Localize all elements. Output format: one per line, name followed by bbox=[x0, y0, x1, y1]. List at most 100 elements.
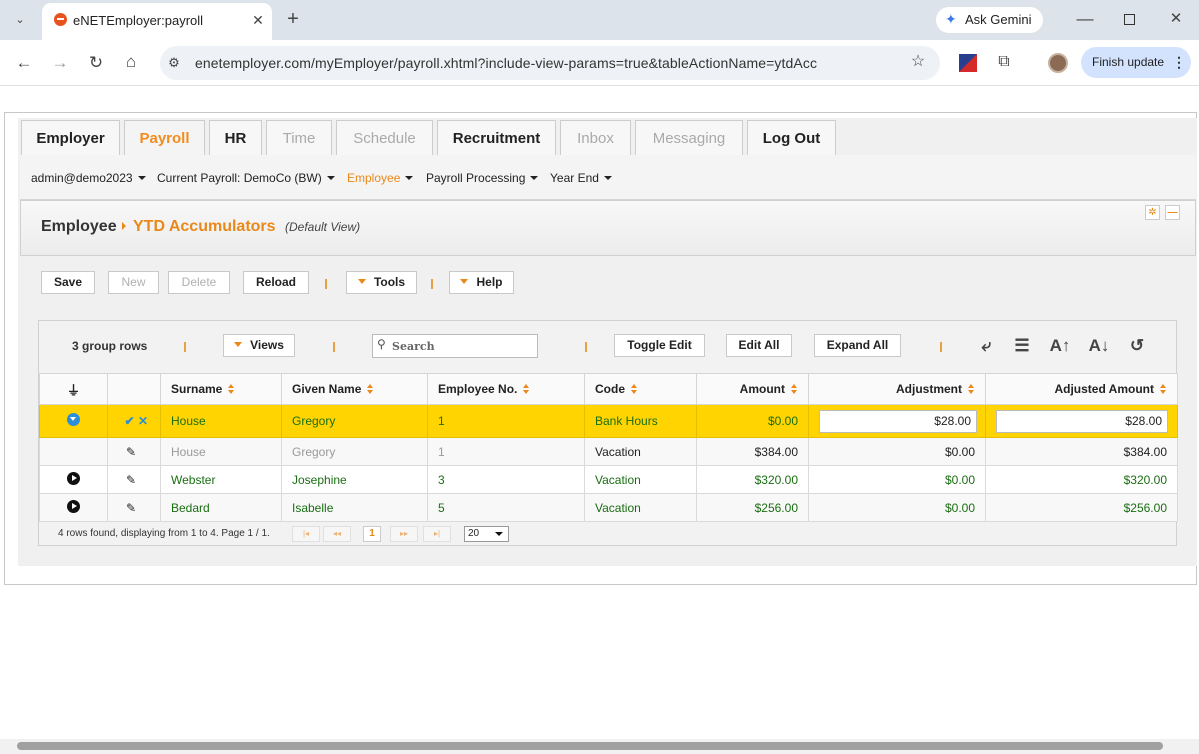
tab-messaging[interactable]: Messaging bbox=[635, 120, 743, 155]
column-header-amount[interactable]: Amount bbox=[696, 373, 809, 405]
first-page-icon[interactable]: |◂ bbox=[292, 526, 320, 542]
edit-pencil-icon[interactable]: ✎ bbox=[126, 473, 136, 487]
column-header-code[interactable]: Code bbox=[584, 373, 697, 405]
payroll-processing-menu[interactable]: Payroll Processing bbox=[426, 171, 539, 185]
confirm-check-icon[interactable]: ✔ bbox=[125, 414, 135, 428]
page-size-select[interactable]: 20 bbox=[464, 526, 509, 542]
row-toggle-cell[interactable] bbox=[39, 404, 108, 438]
browser-menu-icon[interactable]: ⋮ bbox=[1172, 54, 1186, 71]
help-label: Help bbox=[476, 275, 503, 289]
expand-group-icon[interactable] bbox=[67, 471, 80, 485]
new-tab-icon[interactable]: + bbox=[282, 9, 304, 29]
browser-tab-title: eNETEmployer:payroll bbox=[73, 13, 204, 28]
breadcrumb-parent[interactable]: Employee bbox=[41, 218, 117, 236]
font-increase-icon[interactable]: A↑ bbox=[1047, 335, 1073, 357]
minimize-panel-icon[interactable]: — bbox=[1165, 205, 1180, 220]
reload-button[interactable]: Reload bbox=[243, 271, 309, 294]
expand-group-icon[interactable] bbox=[67, 499, 80, 513]
row-toggle-cell[interactable] bbox=[39, 493, 108, 522]
column-header-adjusted-amount[interactable]: Adjusted Amount bbox=[985, 373, 1178, 405]
cancel-x-icon[interactable]: ✕ bbox=[138, 414, 148, 428]
font-decrease-icon[interactable]: A↓ bbox=[1086, 335, 1112, 357]
next-page-icon[interactable]: ▸▸ bbox=[390, 526, 418, 542]
year-end-label: Year End bbox=[550, 171, 599, 185]
minimize-window-icon[interactable]: — bbox=[1074, 9, 1096, 29]
extension-flag-icon[interactable] bbox=[959, 54, 977, 72]
close-window-icon[interactable]: ✕ bbox=[1165, 9, 1187, 29]
reset-view-icon[interactable]: ↺ bbox=[1124, 335, 1150, 357]
help-button[interactable]: Help bbox=[449, 271, 514, 294]
tab-recruitment[interactable]: Recruitment bbox=[437, 120, 556, 155]
tab-payroll[interactable]: Payroll bbox=[124, 120, 205, 155]
wrap-text-icon[interactable]: ⤶ bbox=[973, 335, 999, 357]
tab-time[interactable]: Time bbox=[266, 120, 332, 155]
tab-hr[interactable]: HR bbox=[209, 120, 262, 155]
table-row[interactable]: ✎ House Gregory 1 Vacation $384.00 $0.00… bbox=[39, 437, 1178, 466]
collapse-group-icon[interactable] bbox=[67, 413, 80, 426]
site-info-icon[interactable]: ⚙ bbox=[163, 53, 185, 73]
table-row[interactable]: ✔ ✕ House Gregory 1 Bank Hours $0.00 $28… bbox=[39, 404, 1178, 438]
column-filter-header[interactable]: ⏚ bbox=[39, 373, 108, 405]
table-row[interactable]: ✎ Webster Josephine 3 Vacation $320.00 $… bbox=[39, 465, 1178, 494]
column-header-adjustment[interactable]: Adjustment bbox=[808, 373, 986, 405]
views-button[interactable]: Views bbox=[223, 334, 295, 357]
row-edit-cell: ✎ bbox=[107, 437, 161, 466]
toggle-edit-button[interactable]: Toggle Edit bbox=[614, 334, 705, 357]
profile-avatar[interactable] bbox=[1048, 53, 1068, 73]
clear-filter-icon[interactable]: ☰ bbox=[1009, 335, 1035, 357]
employee-menu[interactable]: Employee bbox=[347, 171, 414, 185]
close-tab-icon[interactable]: ✕ bbox=[247, 10, 269, 30]
cell-surname: Bedard bbox=[160, 493, 282, 522]
reload-page-icon[interactable]: ↻ bbox=[85, 53, 107, 73]
current-payroll-menu[interactable]: Current Payroll: DemoCo (BW) bbox=[157, 171, 335, 185]
table-row[interactable]: ✎ Bedard Isabelle 5 Vacation $256.00 $0.… bbox=[39, 493, 1178, 522]
edit-pencil-icon[interactable]: ✎ bbox=[126, 501, 136, 515]
chevron-down-icon bbox=[603, 176, 612, 180]
ytd-accumulators-table: ⏚ Surname Given Name Employee No. Code A… bbox=[39, 373, 1178, 522]
year-end-menu[interactable]: Year End bbox=[550, 171, 612, 185]
user-menu[interactable]: admin@demo2023 bbox=[31, 171, 146, 185]
separator bbox=[585, 342, 587, 352]
edit-pencil-icon[interactable]: ✎ bbox=[126, 445, 136, 459]
address-url[interactable]: enetemployer.com/myEmployer/payroll.xhtm… bbox=[195, 55, 817, 71]
settings-gear-icon[interactable]: ✲ bbox=[1145, 205, 1160, 220]
column-label: Code bbox=[595, 382, 625, 396]
cell-given-name: Gregory bbox=[281, 404, 428, 438]
cell-adjusted-amount: $320.00 bbox=[985, 465, 1178, 494]
maximize-window-icon[interactable] bbox=[1124, 14, 1135, 25]
column-label: Adjusted Amount bbox=[1054, 382, 1154, 396]
cell-given-name: Isabelle bbox=[281, 493, 428, 522]
tab-search-icon[interactable]: ⌄ bbox=[9, 10, 31, 30]
finish-update-label: Finish update bbox=[1092, 55, 1165, 69]
back-arrow-icon[interactable]: ← bbox=[13, 53, 35, 73]
column-header-surname[interactable]: Surname bbox=[160, 373, 282, 405]
tab-inbox[interactable]: Inbox bbox=[560, 120, 631, 155]
extensions-puzzle-icon[interactable]: ⧉ bbox=[993, 52, 1015, 72]
separator bbox=[940, 342, 942, 352]
adjusted-amount-input[interactable]: $28.00 bbox=[996, 409, 1168, 433]
tab-schedule[interactable]: Schedule bbox=[336, 120, 433, 155]
previous-page-icon[interactable]: ◂◂ bbox=[323, 526, 351, 542]
page-number-button[interactable]: 1 bbox=[363, 526, 381, 542]
bookmark-star-icon[interactable]: ☆ bbox=[907, 52, 929, 72]
new-button[interactable]: New bbox=[108, 271, 159, 294]
funnel-filter-icon[interactable]: ⏚ bbox=[67, 383, 80, 398]
home-icon[interactable]: ⌂ bbox=[120, 52, 142, 72]
column-header-employee-no[interactable]: Employee No. bbox=[427, 373, 585, 405]
cell-code: Vacation bbox=[584, 465, 697, 494]
scrollbar-thumb[interactable] bbox=[17, 742, 1163, 750]
save-button[interactable]: Save bbox=[41, 271, 95, 294]
adjustment-input[interactable]: $28.00 bbox=[819, 409, 977, 433]
delete-button[interactable]: Delete bbox=[168, 271, 230, 294]
forward-arrow-icon[interactable]: → bbox=[49, 53, 71, 73]
tab-logout[interactable]: Log Out bbox=[747, 120, 836, 155]
expand-all-button[interactable]: Expand All bbox=[814, 334, 901, 357]
tools-button[interactable]: Tools bbox=[346, 271, 417, 294]
last-page-icon[interactable]: ▸| bbox=[423, 526, 451, 542]
edit-all-button[interactable]: Edit All bbox=[726, 334, 792, 357]
pager-summary: 4 rows found, displaying from 1 to 4. Pa… bbox=[58, 528, 270, 539]
row-toggle-cell[interactable] bbox=[39, 465, 108, 494]
column-header-given-name[interactable]: Given Name bbox=[281, 373, 428, 405]
tab-employer[interactable]: Employer bbox=[21, 120, 120, 155]
current-payroll-label: Current Payroll: DemoCo (BW) bbox=[157, 171, 322, 185]
